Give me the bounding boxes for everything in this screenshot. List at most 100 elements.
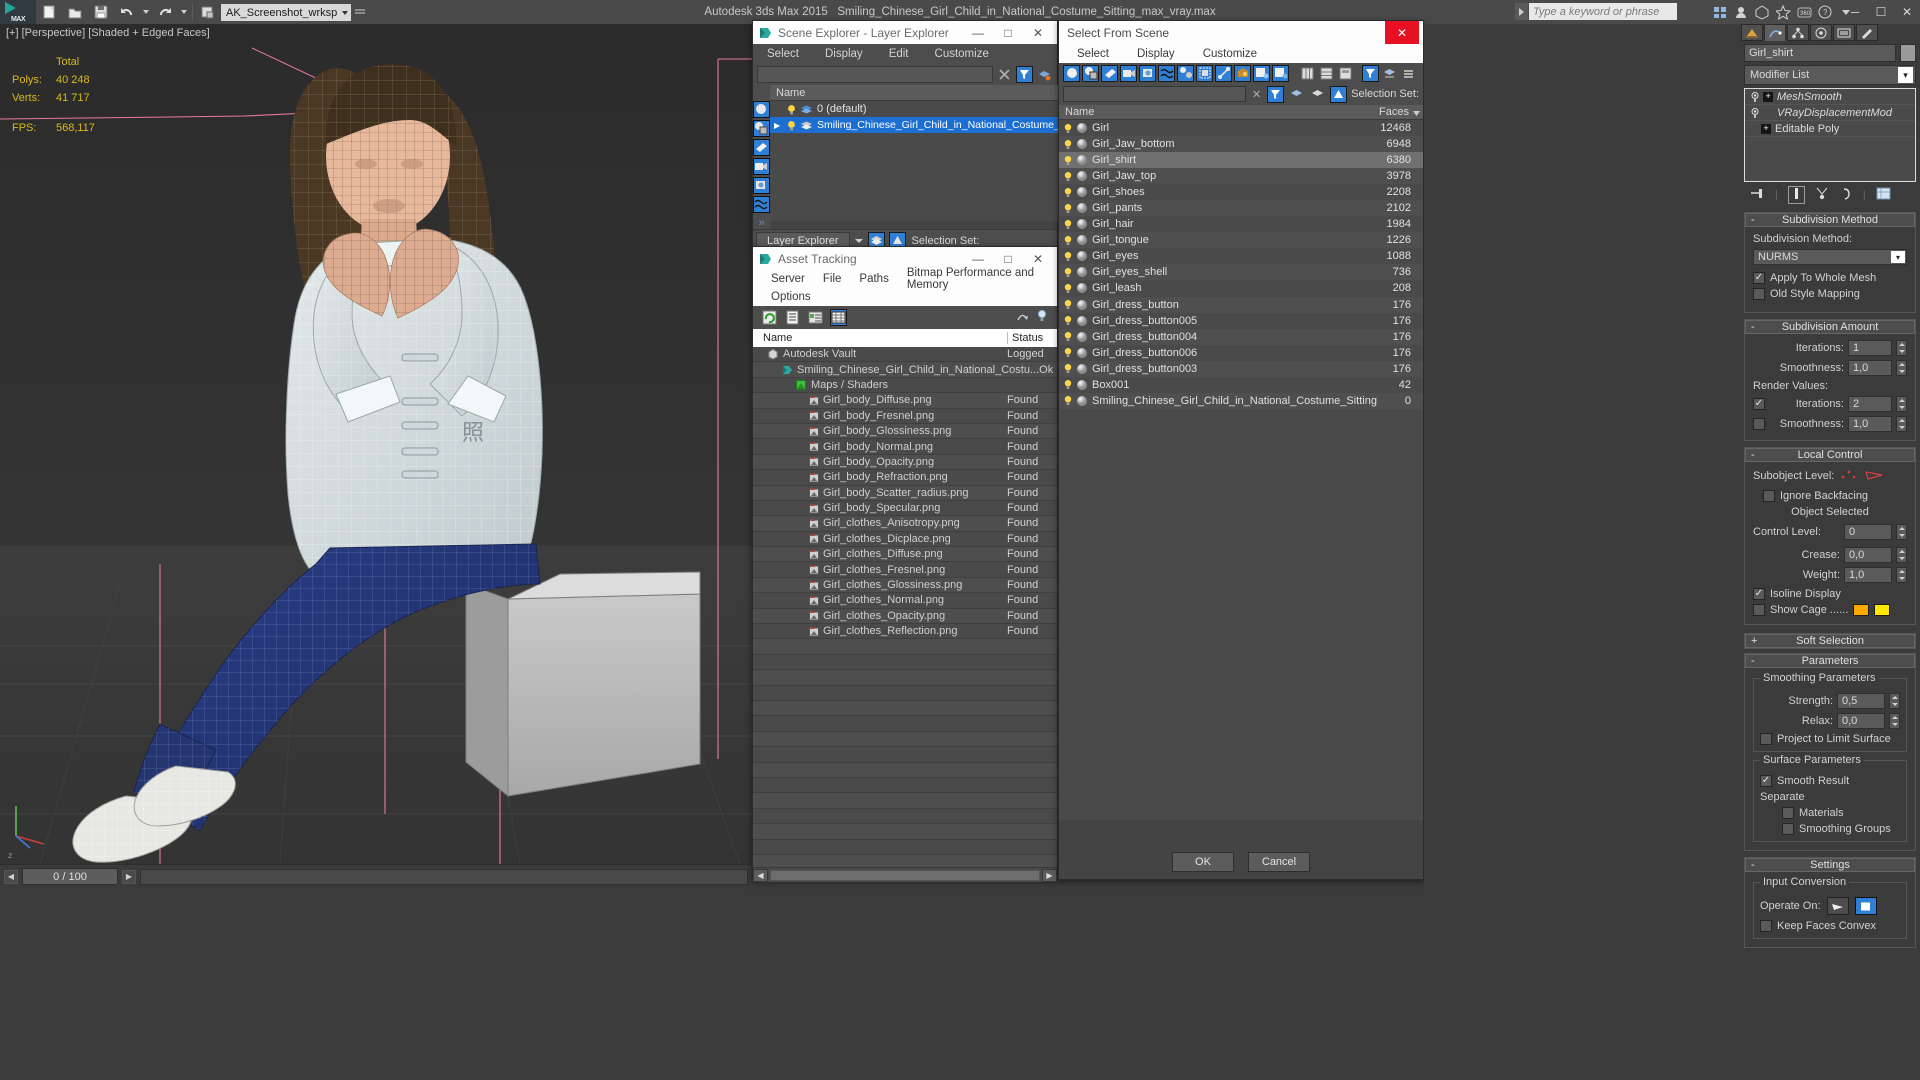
se-search-input[interactable] [757,65,993,83]
filter-lights-icon[interactable] [753,139,770,156]
sfs-object-row[interactable]: Girl_shirt 6380 [1059,152,1423,169]
at-light-icon[interactable] [1035,309,1049,326]
sfs-search-input[interactable] [1063,86,1247,102]
strength-spinner[interactable] [1889,693,1900,709]
sfs-filter-frozen-icon[interactable] [1272,64,1289,82]
maximize-button[interactable]: ☐ [1868,0,1894,24]
asset-row[interactable]: Girl_clothes_Normal.png Found [753,593,1057,609]
sfs-object-row[interactable]: Girl_shoes 2208 [1059,184,1423,200]
se-layer-row[interactable]: ▶ Smiling_Chinese_Girl_Child_in_National… [770,117,1089,133]
old-style-mapping-checkbox[interactable] [1753,288,1765,300]
collapse-icon[interactable]: - [1751,859,1755,871]
asset-row[interactable]: Girl_body_Fresnel.png Found [753,409,1057,424]
sfs-expand-icon[interactable] [1400,64,1417,82]
sfs-filter-bones-icon[interactable] [1215,64,1232,82]
smoothing-groups-row[interactable]: Smoothing Groups [1760,823,1900,835]
collapse-icon[interactable]: - [1751,214,1755,226]
modifier-stack[interactable]: + MeshSmooth VRayDisplacementMod + Editable … [1744,88,1916,182]
timeline-next-button[interactable]: ▶ [122,869,136,884]
light-bulb-icon[interactable] [786,120,797,131]
operate-on-polygons-icon[interactable] [1854,897,1877,915]
light-bulb-icon[interactable] [786,104,797,115]
sfs-object-row[interactable]: Girl_dress_button 176 [1059,296,1423,313]
undo-icon[interactable] [114,0,140,24]
timeline-prev-button[interactable]: ◀ [4,869,18,884]
sfs-close-button[interactable]: ✕ [1385,21,1419,44]
se-filter-icon[interactable] [1016,65,1033,83]
new-file-icon[interactable] [36,0,62,24]
search-expand-icon[interactable] [1515,3,1528,20]
se-clear-search-icon[interactable] [996,65,1013,83]
scene-explorer-maximize[interactable]: □ [993,21,1023,44]
ok-button[interactable]: OK [1172,852,1234,872]
sfs-filter-geometry-icon[interactable] [1063,64,1080,82]
scene-explorer-minimize[interactable]: — [963,21,993,44]
at-menu-file[interactable]: File [823,273,842,285]
tab-motion[interactable] [1810,24,1832,41]
open-file-icon[interactable] [62,0,88,24]
render-smoothness-checkbox[interactable] [1753,418,1765,430]
asset-row[interactable]: Girl_body_Diffuse.png Found [753,393,1057,409]
asset-row[interactable]: Smiling_Chinese_Girl_Child_in_National_C… [753,362,1057,378]
asset-row[interactable]: Girl_clothes_Diffuse.png Found [753,547,1057,563]
filter-geometry-icon[interactable] [753,101,770,118]
isoline-display-row[interactable]: ✓ Isoline Display [1753,588,1907,600]
scroll-left-icon[interactable]: ◀ [753,868,768,882]
at-menu-bitmap[interactable]: Bitmap Performance and Memory [907,267,1057,291]
sfs-filter-particles-icon[interactable] [1253,64,1270,82]
asset-row[interactable]: Girl_clothes_Reflection.png Found [753,624,1057,640]
asset-row[interactable]: Girl_clothes_Fresnel.png Found [753,562,1057,578]
sfs-filter-button-icon[interactable] [1362,64,1379,82]
sfs-display-list-icon[interactable] [1318,64,1335,82]
scene-explorer-close[interactable]: ✕ [1023,21,1053,44]
refresh-icon[interactable] [761,309,778,326]
sfs-object-row[interactable]: Girl_dress_button005 176 [1059,313,1423,329]
chevron-down-icon[interactable]: ▾ [1898,67,1913,83]
sfs-menu-select[interactable]: Select [1077,48,1109,60]
sfs-layers-icon[interactable] [1288,85,1306,103]
workspace-selector[interactable]: AK_Screenshot_wrksp [221,3,352,21]
at-menu-paths[interactable]: Paths [859,273,888,285]
close-button[interactable]: ✕ [1894,0,1920,24]
workspace-more-icon[interactable] [351,0,369,24]
render-smoothness-spinner[interactable] [1896,416,1907,432]
se-menu-display[interactable]: Display [825,48,863,60]
asset-tracking-window[interactable]: Asset Tracking — □ ✕ Server File Paths B… [752,246,1058,882]
cage-color-swatch-2[interactable] [1874,604,1891,616]
redo-icon[interactable] [152,0,178,24]
scene-explorer-list[interactable]: Name 0 (default) ▶ Smiling_Chinese_Girl_… [770,85,1089,221]
filter-shapes-icon[interactable] [753,120,770,137]
rollup-subdivision-amount-header[interactable]: - Subdivision Amount [1745,320,1915,334]
remove-modifier-icon[interactable] [1840,187,1853,203]
rollup-local-control-header[interactable]: - Local Control [1745,448,1915,462]
asset-row[interactable]: Girl_body_Glossiness.png Found [753,423,1057,440]
expand-arrow-icon[interactable]: ▶ [774,121,786,130]
sfs-menu-customize[interactable]: Customize [1203,48,1257,60]
asset-row[interactable]: Autodesk Vault Logged [753,347,1057,363]
smoothness-input[interactable]: 1,0 [1848,360,1892,376]
filter-more-icon[interactable]: » [758,217,764,229]
asset-row[interactable]: Girl_clothes_Opacity.png Found [753,608,1057,625]
exchange-app-icon[interactable] [1752,2,1772,22]
smoothing-groups-checkbox[interactable] [1782,823,1794,835]
favorites-star-icon[interactable] [1773,2,1793,22]
show-cage-checkbox[interactable] [1753,604,1765,616]
crease-input[interactable]: 0,0 [1844,547,1892,563]
rollup-settings-header[interactable]: - Settings [1745,858,1915,872]
sfs-filter-xrefs-icon[interactable] [1196,64,1213,82]
modifier-stack-row[interactable]: + Editable Poly [1745,121,1915,137]
object-name-input[interactable] [1744,44,1896,62]
control-level-input[interactable]: 0 [1844,524,1892,540]
keep-faces-convex-row[interactable]: Keep Faces Convex [1760,920,1900,932]
rollup-subdivision-method-header[interactable]: - Subdivision Method [1745,213,1915,227]
at-menu-options[interactable]: Options [771,291,811,303]
at-menu-server[interactable]: Server [771,273,805,285]
configure-sets-icon[interactable] [1876,187,1891,203]
sfs-object-row[interactable]: Box001 42 [1059,377,1423,393]
subdivision-method-select[interactable]: NURMS ▾ [1753,249,1907,265]
asset-row[interactable]: Girl_body_Normal.png Found [753,439,1057,455]
sfs-find-icon[interactable] [1267,85,1285,103]
asset-row[interactable]: Girl_clothes_Anisotropy.png Found [753,516,1057,532]
tab-create[interactable] [1741,24,1763,41]
show-end-result-icon[interactable] [1787,186,1805,204]
